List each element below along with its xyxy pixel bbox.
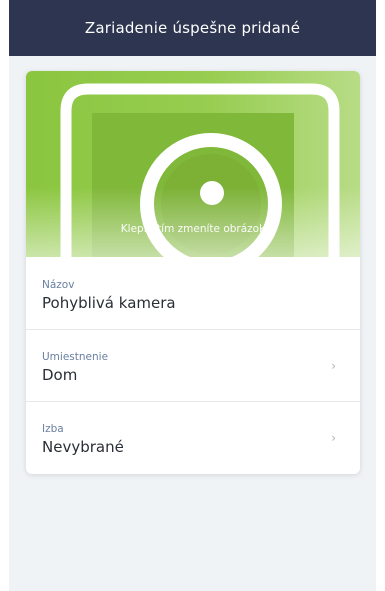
app-screen: Zariadenie úspešne pridané Klepnutím zme… <box>9 0 376 591</box>
name-value: Pohyblivá kamera <box>42 294 176 312</box>
page-title: Zariadenie úspešne pridané <box>84 19 301 37</box>
chevron-right-icon: › <box>331 359 336 373</box>
room-field[interactable]: Izba Nevybrané › <box>26 401 360 473</box>
device-card: Klepnutím zmeníte obrázok Názov Pohybliv… <box>26 71 360 474</box>
divider <box>26 401 360 402</box>
device-image-picker[interactable]: Klepnutím zmeníte obrázok <box>26 71 360 257</box>
location-field[interactable]: Umiestnenie Dom › <box>26 329 360 401</box>
divider <box>26 329 360 330</box>
name-field[interactable]: Názov Pohyblivá kamera <box>26 257 360 329</box>
image-fade-overlay <box>26 187 360 257</box>
room-label: Izba <box>42 423 64 435</box>
location-value: Dom <box>42 366 78 384</box>
location-label: Umiestnenie <box>42 351 109 363</box>
change-image-hint: Klepnutím zmeníte obrázok <box>120 223 266 235</box>
navigation-bar: Zariadenie úspešne pridané <box>9 0 376 56</box>
name-label: Názov <box>42 279 75 291</box>
room-value: Nevybrané <box>42 438 124 456</box>
chevron-right-icon: › <box>331 431 336 445</box>
